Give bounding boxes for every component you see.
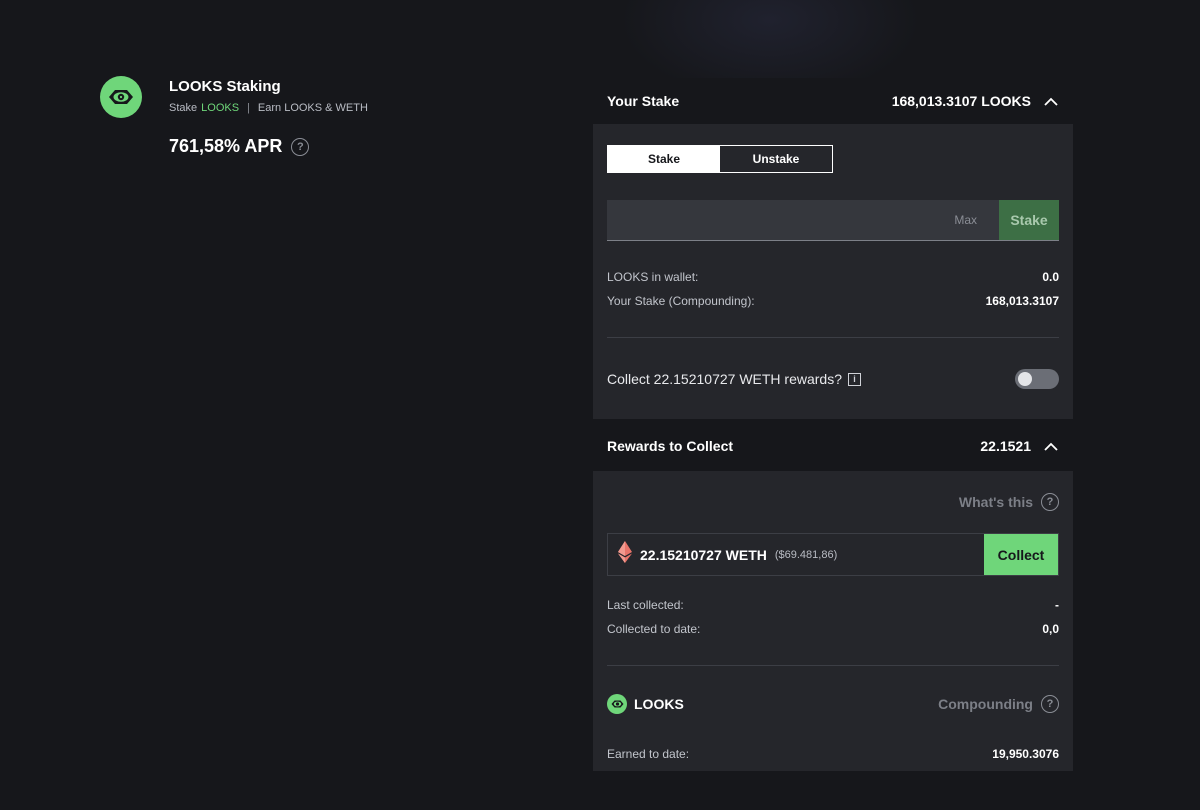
rewards-header[interactable]: Rewards to Collect 22.1521 — [593, 421, 1073, 471]
stake-button[interactable]: Stake — [999, 200, 1059, 241]
chevron-up-icon[interactable] — [1043, 93, 1059, 109]
stake-prefix: Stake — [169, 102, 198, 114]
collect-toggle-label: Collect 22.15210727 WETH rewards? — [607, 371, 843, 387]
apr-display: 761,58% APR ? — [169, 136, 310, 157]
compounding-label: Your Stake (Compounding): — [607, 294, 755, 308]
stake-panel: Your Stake 168,013.3107 LOOKS Stake Unst… — [593, 78, 1073, 419]
apr-value: 761,58% APR — [169, 136, 283, 156]
toggle-knob — [1018, 372, 1032, 386]
help-icon[interactable]: ? — [1041, 493, 1059, 511]
collected-to-date-value: 0,0 — [1042, 622, 1059, 636]
wallet-label: LOOKS in wallet: — [607, 270, 699, 284]
collect-rewards-toggle[interactable] — [1015, 369, 1059, 389]
last-collected-label: Last collected: — [607, 598, 684, 612]
earned-label: Earned to date: — [607, 747, 690, 761]
help-icon[interactable]: ? — [291, 137, 310, 156]
staking-subtitle: Stake LOOKS | Earn LOOKS & WETH — [169, 102, 368, 114]
rewards-panel: Rewards to Collect 22.1521 What's this ? — [593, 421, 1073, 771]
stake-amount-input[interactable] — [607, 200, 955, 240]
stake-header[interactable]: Your Stake 168,013.3107 LOOKS — [593, 78, 1073, 124]
compounding-status: Compounding — [938, 696, 1033, 712]
tab-unstake[interactable]: Unstake — [720, 146, 832, 172]
compounding-stake-row: Your Stake (Compounding): 168,013.3107 — [607, 289, 1059, 313]
rewards-card: What's this ? 22.15210727 WETH ($69.481,… — [593, 471, 1073, 771]
weth-reward-box: 22.15210727 WETH ($69.481,86) Collect — [607, 533, 1059, 576]
whats-this-link[interactable]: What's this — [959, 494, 1033, 510]
help-icon[interactable]: ? — [1041, 695, 1059, 713]
looks-reward-row: LOOKS Compounding ? — [607, 666, 1059, 742]
max-button[interactable]: Max — [954, 213, 977, 227]
looks-logo-icon — [100, 76, 142, 118]
stake-amount-field: Max — [607, 200, 999, 241]
chevron-up-icon[interactable] — [1043, 438, 1059, 454]
compounding-value: 168,013.3107 — [985, 294, 1059, 308]
earn-text: Earn LOOKS & WETH — [257, 102, 368, 114]
subtitle-separator: | — [247, 102, 250, 114]
stake-section-title: Your Stake — [607, 93, 680, 109]
stake-card: Stake Unstake Max Stake LOOKS in wallet:… — [593, 124, 1073, 419]
weth-amount: 22.15210727 WETH — [640, 546, 767, 563]
info-icon[interactable]: i — [848, 372, 862, 386]
collect-rewards-toggle-row: Collect 22.15210727 WETH rewards? i — [607, 338, 1059, 420]
stake-input-row: Max Stake — [607, 200, 1059, 241]
rewards-section-title: Rewards to Collect — [607, 438, 734, 454]
looks-logo-icon — [607, 694, 627, 714]
collected-to-date-row: Collected to date: 0,0 — [607, 617, 1059, 641]
rewards-total: 22.1521 — [980, 438, 1031, 454]
collect-button[interactable]: Collect — [984, 534, 1058, 575]
whats-this-row: What's this ? — [607, 471, 1059, 533]
ethereum-icon — [618, 541, 632, 568]
wallet-balance-row: LOOKS in wallet: 0.0 — [607, 265, 1059, 289]
last-collected-row: Last collected: - — [607, 593, 1059, 617]
looks-token-label: LOOKS — [634, 696, 684, 712]
page-title: LOOKS Staking — [169, 78, 281, 95]
last-collected-value: - — [1055, 598, 1059, 612]
stake-total: 168,013.3107 LOOKS — [891, 93, 1031, 109]
collected-to-date-label: Collected to date: — [607, 622, 701, 636]
weth-usd-value: ($69.481,86) — [774, 548, 838, 561]
wallet-value: 0.0 — [1042, 270, 1059, 284]
stake-tabs: Stake Unstake — [607, 145, 833, 173]
stake-token: LOOKS — [201, 102, 240, 114]
earned-value: 19,950.3076 — [992, 747, 1059, 761]
tab-stake[interactable]: Stake — [608, 146, 720, 172]
earned-to-date-row: Earned to date: 19,950.3076 — [607, 742, 1059, 766]
